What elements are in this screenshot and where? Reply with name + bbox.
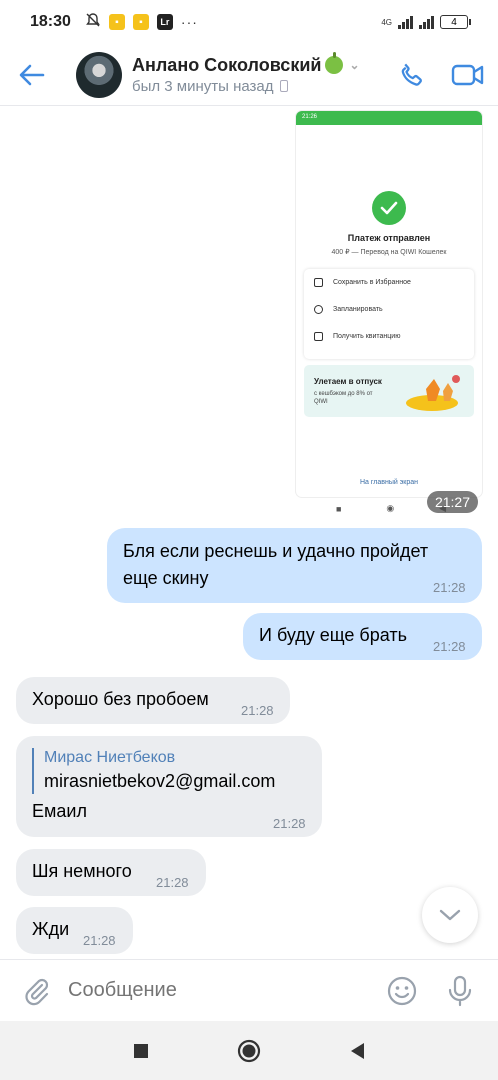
attach-button[interactable] [14,969,58,1013]
message-text: Хорошо без пробоем [32,689,209,709]
status-time: 18:30 [30,13,71,30]
clock-icon [314,305,323,314]
scroll-down-button[interactable] [422,887,478,943]
star-icon [314,278,323,287]
smile-icon [387,976,417,1005]
home-icon: ◉ [386,503,395,513]
screenshot-promo-banner: Улетаем в отпуск с кешбэком до 8% от QIW… [304,365,474,417]
phone-icon [401,63,422,86]
video-camera-icon [451,64,484,85]
reply-author: Мирас Ниетбеков [44,749,176,766]
contact-info[interactable]: Анлано Соколовский ⌄ был 3 минуты назад [132,52,360,95]
contact-name: Анлано Соколовский [132,54,322,75]
back-button[interactable] [0,44,64,106]
emoji-button[interactable] [380,969,424,1013]
payment-screenshot[interactable]: 21:26 Платеж отправлен 400 ₽ — Перевод н… [296,111,482,497]
status-notification-icons: ▪ ▪ Lr ··· [85,12,198,33]
message-text: Шя немного [32,861,132,881]
banner-text: с кешбэком до 8% от QIWI [314,391,373,405]
system-navigation-bar [0,1021,498,1080]
screenshot-status-bar: 21:26 [296,111,482,125]
recents-button[interactable] [126,1036,156,1066]
screenshot-home-link: На главный экран [359,479,419,486]
message-text: Жди [32,919,70,939]
outgoing-message[interactable]: Бля если реснешь и удачно пройдет еще ск… [107,528,482,603]
chevron-down-icon: ⌄ [349,58,360,72]
back-triangle-icon [351,1042,364,1059]
message-time: 21:28 [241,703,274,718]
receipt-icon [314,332,323,341]
image-message[interactable]: 21:26 Платеж отправлен 400 ₽ — Перевод н… [296,111,482,514]
screenshot-action: Запланировать [333,306,383,313]
do-not-disturb-icon [85,12,101,33]
apple-emoji-icon [325,52,344,74]
message-time: 21:28 [433,580,466,595]
home-circle-icon [237,1039,261,1062]
paperclip-icon [25,978,49,1005]
message-text: Емаил [32,801,87,821]
message-time: 21:28 [83,933,116,948]
screenshot-action: Получить квитанцию [333,333,401,340]
home-button[interactable] [234,1036,264,1066]
battery-level: 4 [451,16,457,28]
avatar[interactable] [76,51,122,98]
chat-screen: 18:30 ▪ ▪ Lr ··· 4G 4 Анлано Соколовский [0,0,498,1080]
message-list[interactable]: 21:26 Платеж отправлен 400 ₽ — Перевод н… [0,107,498,959]
screenshot-subtitle: 400 ₽ — Перевод на QIWI Кошелек [331,249,447,256]
signal-icon [419,15,434,29]
reply-quote[interactable]: Мирас Ниетбеков mirasnietbekov2@gmail.co… [32,748,306,794]
message-composer [0,959,498,1021]
chat-header: Анлано Соколовский ⌄ был 3 минуты назад [0,44,498,106]
message-time: 21:27 [426,491,478,513]
voice-message-button[interactable] [438,969,482,1013]
square-icon [134,1043,148,1058]
status-bar: 18:30 ▪ ▪ Lr ··· 4G 4 [0,0,498,44]
network-type: 4G [381,17,392,27]
mobile-device-icon [279,80,288,92]
call-button[interactable] [394,57,430,93]
screenshot-actions-card: Сохранить в Избранное Запланировать Полу… [304,269,474,359]
more-notifications-icon: ··· [180,14,198,30]
video-call-button[interactable] [450,57,486,93]
checkmark-icon [372,191,406,225]
screenshot-action: Сохранить в Избранное [333,279,411,286]
lightroom-icon: Lr [156,14,173,30]
chevron-down-icon [439,909,461,921]
arrow-left-icon [19,64,45,85]
microphone-icon [448,975,472,1006]
contact-status: был 3 минуты назад [132,77,274,95]
message-text: Бля если реснешь и удачно пройдет еще ск… [123,541,429,588]
signal-icon [398,15,413,29]
stop-icon: ■ [336,503,342,514]
reply-text: mirasnietbekov2@gmail.com [44,771,276,791]
notification-app-icon: ▪ [132,14,149,30]
message-text: И буду еще брать [259,625,407,645]
banner-title: Улетаем в отпуск [314,377,382,386]
message-time: 21:28 [156,875,189,890]
battery-icon: 4 [440,15,471,29]
back-nav-button[interactable] [342,1036,372,1066]
fox-illustration-icon [406,375,460,411]
message-time: 21:28 [273,816,306,831]
status-system-icons: 4G 4 [381,15,471,29]
message-input[interactable] [58,968,380,1013]
notification-app-icon: ▪ [108,14,125,30]
screenshot-title: Платеж отправлен [347,233,431,243]
message-time: 21:28 [433,639,466,654]
